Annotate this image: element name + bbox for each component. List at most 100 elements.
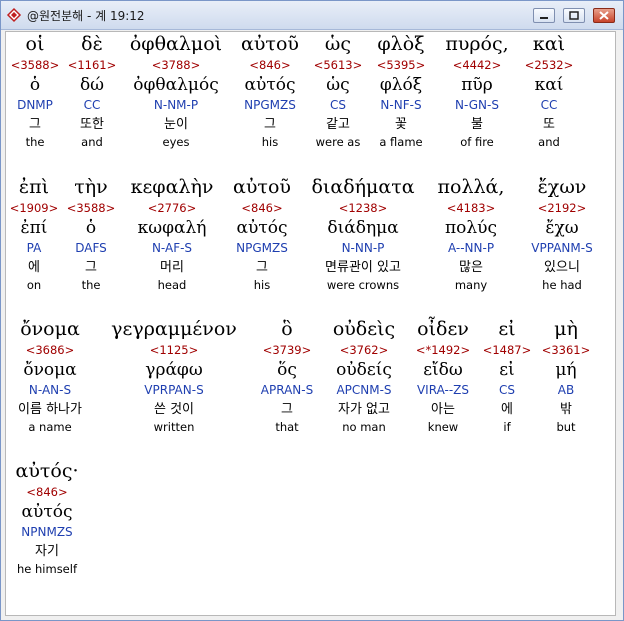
greek-word: εἰ <box>498 318 516 340</box>
word-block[interactable]: οἶδεν <*1492> εἴδω VIRA--ZS 아는 knew <box>408 317 478 441</box>
english-gloss: written <box>153 420 195 434</box>
window-title: @원전분해 - 계 19:12 <box>27 9 145 23</box>
close-button[interactable] <box>593 8 615 23</box>
maximize-icon <box>569 11 579 20</box>
lemma: κωφαλή <box>137 218 207 238</box>
word-block[interactable]: πολλά, <4183> πολύς A--NN-P 많은 many <box>426 175 516 299</box>
word-block[interactable]: οἱ <3588> ὁ DNMP 그 the <box>6 32 64 156</box>
word-block[interactable]: κεφαλὴν <2776> κωφαλή N-AF-S 머리 head <box>120 175 224 299</box>
greek-word: ὄνομα <box>20 318 80 340</box>
lemma: ἔχω <box>545 218 579 238</box>
english-gloss: his <box>261 135 279 149</box>
word-block[interactable]: οὐδεὶς <3762> οὐδείς APCNM-S 자가 없고 no ma… <box>320 317 408 441</box>
strong-number[interactable]: <4442> <box>434 56 520 74</box>
english-gloss: head <box>157 278 187 292</box>
parsing-code: VIRA--ZS <box>416 383 470 397</box>
word-block[interactable]: γεγραμμένον <1125> γράφω VPRPAN-S 쓴 것이 w… <box>94 317 254 441</box>
word-block[interactable]: ἔχων <2192> ἔχω VPPANM-S 있으니 he had <box>516 175 608 299</box>
word-block[interactable]: ὃ <3739> ὅς APRAN-S 그 that <box>254 317 320 441</box>
greek-word: μὴ <box>554 318 578 340</box>
strong-number[interactable]: <5613> <box>308 56 368 74</box>
strong-number[interactable]: <3686> <box>6 341 94 359</box>
word-block[interactable]: δὲ <1161> δώ CC 또한 and <box>64 32 120 156</box>
english-gloss: eyes <box>162 135 190 149</box>
strong-number[interactable]: <2192> <box>516 199 608 217</box>
strong-number[interactable]: <1487> <box>478 341 536 359</box>
strong-number[interactable]: <4183> <box>426 199 516 217</box>
parsing-code: N-AN-S <box>28 383 72 397</box>
word-block[interactable]: καὶ <2532> καί CC 또 and <box>520 32 578 156</box>
lemma: πολύς <box>444 218 498 238</box>
korean-gloss: 그 <box>264 117 276 132</box>
parsing-code: N-NF-S <box>380 98 422 112</box>
korean-gloss: 에 <box>28 260 40 275</box>
word-block[interactable]: φλὸξ <5395> φλόξ N-NF-S 꽃 a flame <box>368 32 434 156</box>
greek-word: καὶ <box>532 33 566 55</box>
lemma: αὐτός <box>21 502 73 522</box>
korean-gloss: 같고 <box>326 117 350 132</box>
strong-number[interactable]: <2776> <box>120 199 224 217</box>
word-block[interactable]: ὄνομα <3686> ὄνομα N-AN-S 이름 하나가 a name <box>6 317 94 441</box>
word-block[interactable]: αὐτοῦ <846> αὐτός NPGMZS 그 his <box>224 175 300 299</box>
english-gloss: he himself <box>16 562 77 576</box>
strong-number[interactable]: <3788> <box>120 56 232 74</box>
interlinear-panel[interactable]: οἱ <3588> ὁ DNMP 그 the δὲ <1161> δώ CC 또… <box>5 31 616 616</box>
strong-number[interactable]: <2532> <box>520 56 578 74</box>
word-block[interactable]: πυρός, <4442> πῦρ N-GN-S 불 of fire <box>434 32 520 156</box>
word-block[interactable]: αὐτοῦ <846> αὐτός NPGMZS 그 his <box>232 32 308 156</box>
strong-number[interactable]: <1909> <box>6 199 62 217</box>
word-block[interactable]: αὐτός· <846> αὐτός NPNMZS 자기 he himself <box>6 459 88 583</box>
korean-gloss: 또한 <box>80 117 104 132</box>
lemma: καί <box>534 75 564 95</box>
word-block[interactable]: ὀφθαλμοὶ <3788> ὀφθαλμός N-NM-P 눈이 eyes <box>120 32 232 156</box>
strong-number[interactable]: <3588> <box>6 56 64 74</box>
word-block[interactable]: ἐπὶ <1909> ἐπί PA 에 on <box>6 175 62 299</box>
parsing-code: DNMP <box>17 98 53 112</box>
word-block[interactable]: ὡς <5613> ὡς CS 같고 were as <box>308 32 368 156</box>
strong-number[interactable]: <846> <box>224 199 300 217</box>
title-bar[interactable]: @원전분해 - 계 19:12 <box>1 1 623 30</box>
strong-number[interactable]: <846> <box>232 56 308 74</box>
word-block[interactable]: μὴ <3361> μή AB 밖 but <box>536 317 596 441</box>
parsing-code: VPPANM-S <box>531 241 593 255</box>
strong-number[interactable]: <846> <box>6 483 88 501</box>
korean-gloss: 밖 <box>560 402 572 417</box>
strong-number[interactable]: <3361> <box>536 341 596 359</box>
korean-gloss: 눈이 <box>164 117 188 132</box>
strong-number[interactable]: <1238> <box>300 199 426 217</box>
word-block[interactable]: τὴν <3588> ὁ DAFS 그 the <box>62 175 120 299</box>
strong-number[interactable]: <3762> <box>320 341 408 359</box>
parsing-code: N-NN-P <box>341 241 385 255</box>
minimize-button[interactable] <box>533 8 555 23</box>
greek-word: αὐτοῦ <box>233 176 291 198</box>
word-block[interactable]: διαδήματα <1238> διάδημα N-NN-P 면류관이 있고 … <box>300 175 426 299</box>
korean-gloss: 면류관이 있고 <box>325 260 401 275</box>
english-gloss: a name <box>28 420 72 434</box>
lemma: ὄνομα <box>23 360 77 380</box>
english-gloss: of fire <box>460 135 494 149</box>
strong-number[interactable]: <*1492> <box>408 341 478 359</box>
english-gloss: were crowns <box>326 278 400 292</box>
close-icon <box>599 11 609 20</box>
korean-gloss: 아는 <box>431 402 455 417</box>
lemma: ὡς <box>326 75 350 95</box>
minimize-icon <box>540 17 548 19</box>
english-gloss: many <box>454 278 488 292</box>
parsing-code: VPRPAN-S <box>144 383 204 397</box>
strong-number[interactable]: <1161> <box>64 56 120 74</box>
parsing-code: NPGMZS <box>236 241 288 255</box>
lemma: μή <box>555 360 577 380</box>
lemma: δώ <box>79 75 105 95</box>
word-block[interactable]: εἰ <1487> εἰ CS 에 if <box>478 317 536 441</box>
lemma: ὀφθαλμός <box>133 75 219 95</box>
strong-number[interactable]: <1125> <box>94 341 254 359</box>
korean-gloss: 많은 <box>459 260 483 275</box>
greek-word: δὲ <box>81 33 103 55</box>
greek-word: ἐπὶ <box>18 176 50 198</box>
strong-number[interactable]: <3739> <box>254 341 320 359</box>
maximize-button[interactable] <box>563 8 585 23</box>
korean-gloss: 그 <box>281 402 293 417</box>
strong-number[interactable]: <5395> <box>368 56 434 74</box>
strong-number[interactable]: <3588> <box>62 199 120 217</box>
english-gloss: the <box>81 278 101 292</box>
